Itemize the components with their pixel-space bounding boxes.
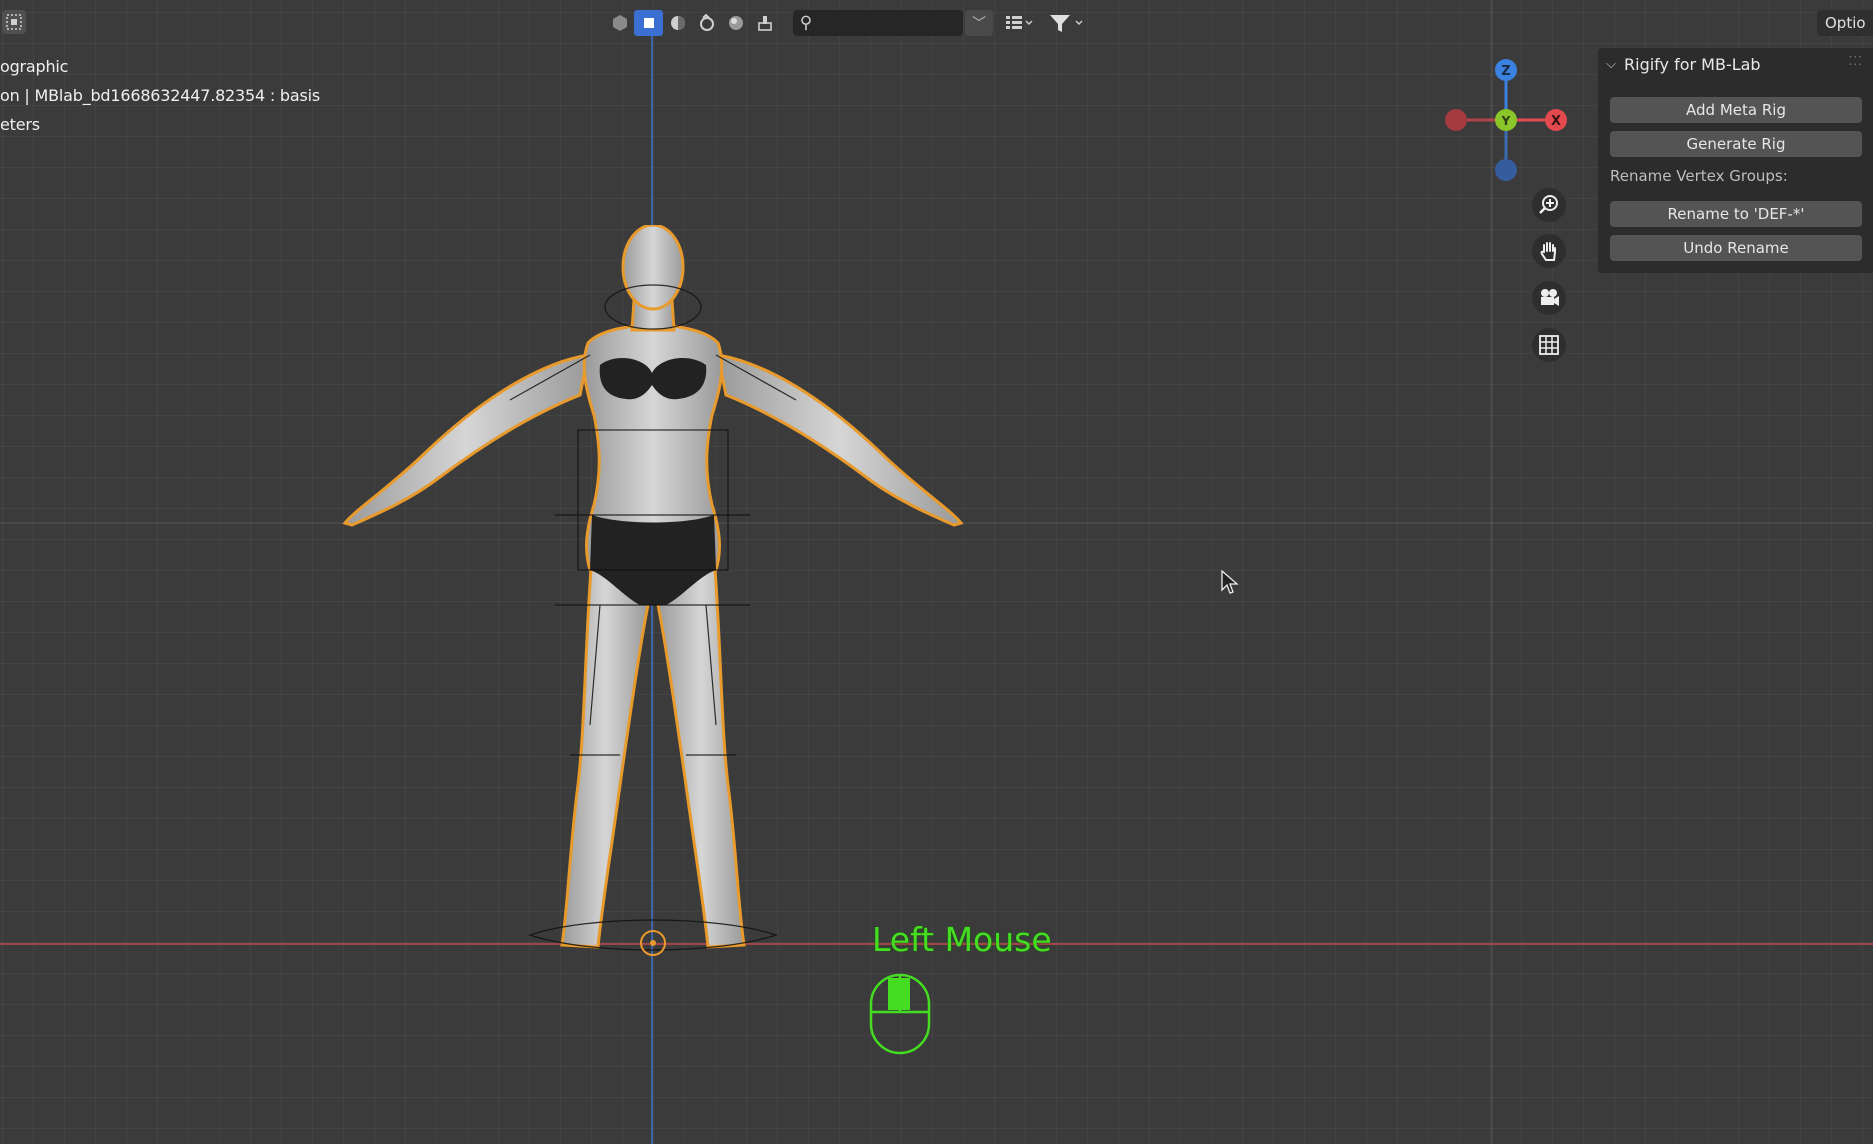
overlay-icon[interactable]	[721, 10, 750, 36]
navigation-gizmo[interactable]: Z X Y	[1438, 54, 1568, 184]
camera-icon	[1541, 289, 1559, 306]
toggle-dropdown-button[interactable]: ﹀	[965, 10, 993, 36]
generate-rig-button[interactable]: Generate Rig	[1610, 131, 1862, 157]
object-mode-icon[interactable]	[2, 10, 26, 34]
solid-icon[interactable]	[634, 10, 663, 36]
wireframe-icon[interactable]	[605, 10, 634, 36]
camera-view-button[interactable]	[1532, 281, 1566, 315]
zoom-icon	[1539, 195, 1558, 214]
viewport-header: ⚲ ﹀ Optio	[0, 0, 1873, 44]
chevron-down-icon: ⌵	[1606, 56, 1616, 72]
hierarchy-icon	[1006, 16, 1033, 29]
rendered-icon[interactable]	[692, 10, 721, 36]
ortho-toggle-button[interactable]	[1532, 328, 1566, 362]
mouse-cursor-icon	[1221, 570, 1239, 594]
xray-icon[interactable]	[750, 10, 779, 36]
rigify-panel: ⌵ Rigify for MB-Lab ⁚⁚⁚ Add Meta Rig Gen…	[1598, 48, 1873, 273]
filter-button[interactable]	[1044, 10, 1092, 36]
shading-mode-group	[605, 10, 779, 36]
hand-icon	[1540, 242, 1556, 261]
gizmo-y-label: Y	[1501, 114, 1511, 128]
grid-icon	[1539, 335, 1559, 355]
search-input[interactable]	[819, 14, 963, 32]
drag-handle-icon[interactable]: ⁚⁚⁚	[1849, 54, 1863, 68]
add-meta-rig-button[interactable]: Add Meta Rig	[1610, 97, 1862, 123]
mouse-icon	[869, 973, 931, 1055]
rename-to-def-button[interactable]: Rename to 'DEF-*'	[1610, 201, 1862, 227]
outliner-display-button[interactable]	[999, 10, 1041, 36]
gizmo-z-label: Z	[1501, 64, 1510, 79]
key-press-label: Left Mouse	[872, 920, 1052, 959]
search-icon: ⚲	[799, 13, 813, 33]
material-icon[interactable]	[663, 10, 692, 36]
units-text: eters	[0, 115, 40, 134]
undo-rename-button[interactable]: Undo Rename	[1610, 235, 1862, 261]
character-model[interactable]	[330, 225, 970, 960]
options-button[interactable]: Optio	[1817, 10, 1873, 36]
zoom-button[interactable]	[1532, 188, 1566, 222]
object-info-text: on | MBlab_bd1668632447.82354 : basis	[0, 86, 321, 105]
chevron-down-icon: ﹀	[972, 16, 986, 32]
rename-vertex-groups-label: Rename Vertex Groups:	[1610, 167, 1788, 185]
filter-icon	[1050, 15, 1083, 32]
pan-button[interactable]	[1532, 234, 1566, 268]
panel-title: Rigify for MB-Lab	[1624, 54, 1761, 74]
search-field[interactable]: ⚲	[793, 10, 963, 36]
view-name-text: ographic	[0, 57, 69, 76]
panel-header[interactable]: ⌵ Rigify for MB-Lab ⁚⁚⁚	[1598, 48, 1873, 80]
gizmo-x-label: X	[1551, 114, 1561, 129]
